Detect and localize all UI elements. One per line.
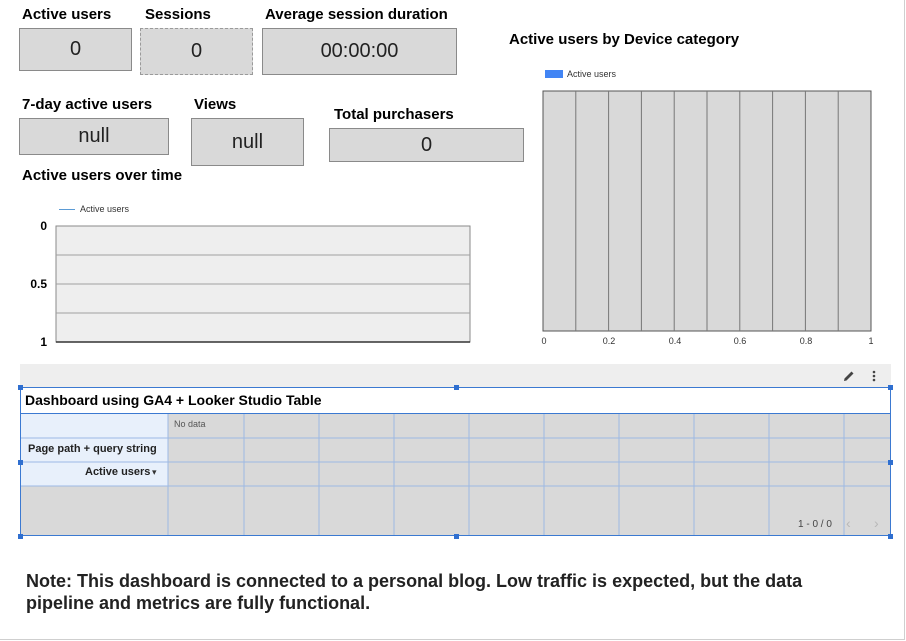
x-tick-label: 0.8 [799,336,813,346]
bar-legend-label: Active users [567,69,617,79]
resize-handle[interactable] [888,460,893,465]
line-legend-label: Active users [80,204,130,214]
sessions-label: Sessions [145,6,211,23]
seven-day-active-users-label: 7-day active users [22,96,153,113]
active-users-scorecard[interactable]: 0 [19,28,132,71]
total-purchasers-label: Total purchasers [334,106,454,123]
y-tick-label: 0 [40,219,47,233]
resize-handle[interactable] [454,385,459,390]
y-tick-label: 0.5 [30,277,47,291]
resize-handle[interactable] [888,534,893,539]
views-label: Views [194,96,237,113]
avg-session-duration-scorecard[interactable]: 00:00:00 [262,28,457,75]
no-data-label: No data [174,419,206,429]
x-tick-label: 0.2 [602,336,616,346]
sessions-scorecard[interactable]: 0 [140,28,253,75]
x-tick-label: 0.6 [733,336,747,346]
resize-handle[interactable] [18,460,23,465]
data-table[interactable]: Dashboard using GA4 + Looker Studio Tabl… [20,387,891,536]
metric-header[interactable]: Active users [85,466,150,478]
bar-chart-plot[interactable] [542,90,873,333]
more-vert-icon[interactable] [866,368,882,384]
dashboard-note: Note: This dashboard is connected to a p… [26,571,803,613]
views-scorecard[interactable]: null [191,118,304,166]
line-chart-title: Active users over time [22,167,183,184]
chevron-right-icon[interactable]: › [874,515,879,531]
x-tick-label: 1 [868,336,874,346]
y-tick-label: 1 [40,335,47,349]
pencil-icon[interactable] [841,368,857,384]
line-chart-plot[interactable] [55,225,472,345]
x-tick-label: 0.4 [668,336,682,346]
table-title: Dashboard using GA4 + Looker Studio Tabl… [25,392,322,408]
active-users-label: Active users [22,6,112,23]
chevron-left-icon[interactable]: ‹ [846,515,851,531]
sort-indicator[interactable]: ▾ [152,467,157,478]
pagination-label: 1 - 0 / 0 [798,519,832,530]
resize-handle[interactable] [18,385,23,390]
resize-handle[interactable] [18,534,23,539]
total-purchasers-scorecard[interactable]: 0 [329,128,524,162]
line-legend-swatch [59,209,75,210]
table-toolbar [20,364,891,387]
resize-handle[interactable] [454,534,459,539]
x-tick-label: 0 [541,336,547,346]
dimension-header[interactable]: Page path + query string [28,443,157,455]
avg-session-duration-label: Average session duration [265,6,448,23]
seven-day-active-users-scorecard[interactable]: null [19,118,169,155]
bar-chart-title: Active users by Device category [509,31,740,48]
bar-legend-swatch [545,70,563,78]
resize-handle[interactable] [888,385,893,390]
